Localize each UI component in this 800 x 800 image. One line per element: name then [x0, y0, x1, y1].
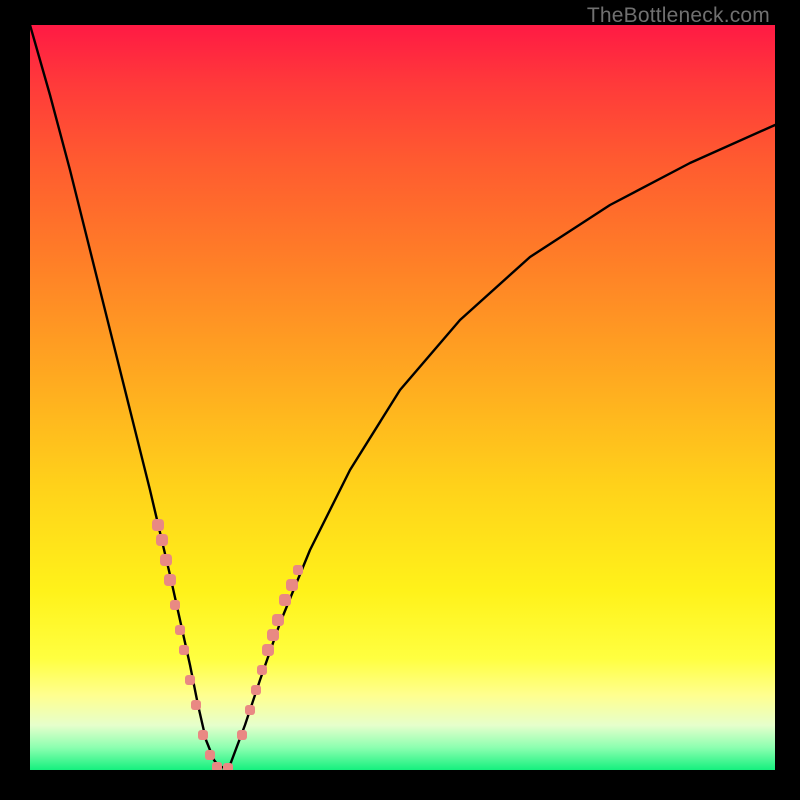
data-marker [286, 579, 298, 591]
data-marker [223, 763, 233, 770]
data-marker [191, 700, 201, 710]
data-marker [262, 644, 274, 656]
data-marker [160, 554, 172, 566]
data-marker [279, 594, 291, 606]
data-marker [267, 629, 279, 641]
data-marker [212, 762, 222, 770]
data-marker [251, 685, 261, 695]
watermark-text: TheBottleneck.com [587, 4, 770, 28]
outer-frame: TheBottleneck.com [0, 0, 800, 800]
bottleneck-curve [30, 25, 775, 768]
data-marker [198, 730, 208, 740]
data-marker [164, 574, 176, 586]
data-marker [170, 600, 180, 610]
data-marker [156, 534, 168, 546]
plot-area [30, 25, 775, 770]
data-marker [237, 730, 247, 740]
curve-layer [30, 25, 775, 770]
data-marker [257, 665, 267, 675]
data-marker [205, 750, 215, 760]
data-marker [245, 705, 255, 715]
data-marker [272, 614, 284, 626]
data-marker [152, 519, 164, 531]
data-marker [179, 645, 189, 655]
data-marker [293, 565, 303, 575]
data-marker [175, 625, 185, 635]
data-marker [185, 675, 195, 685]
